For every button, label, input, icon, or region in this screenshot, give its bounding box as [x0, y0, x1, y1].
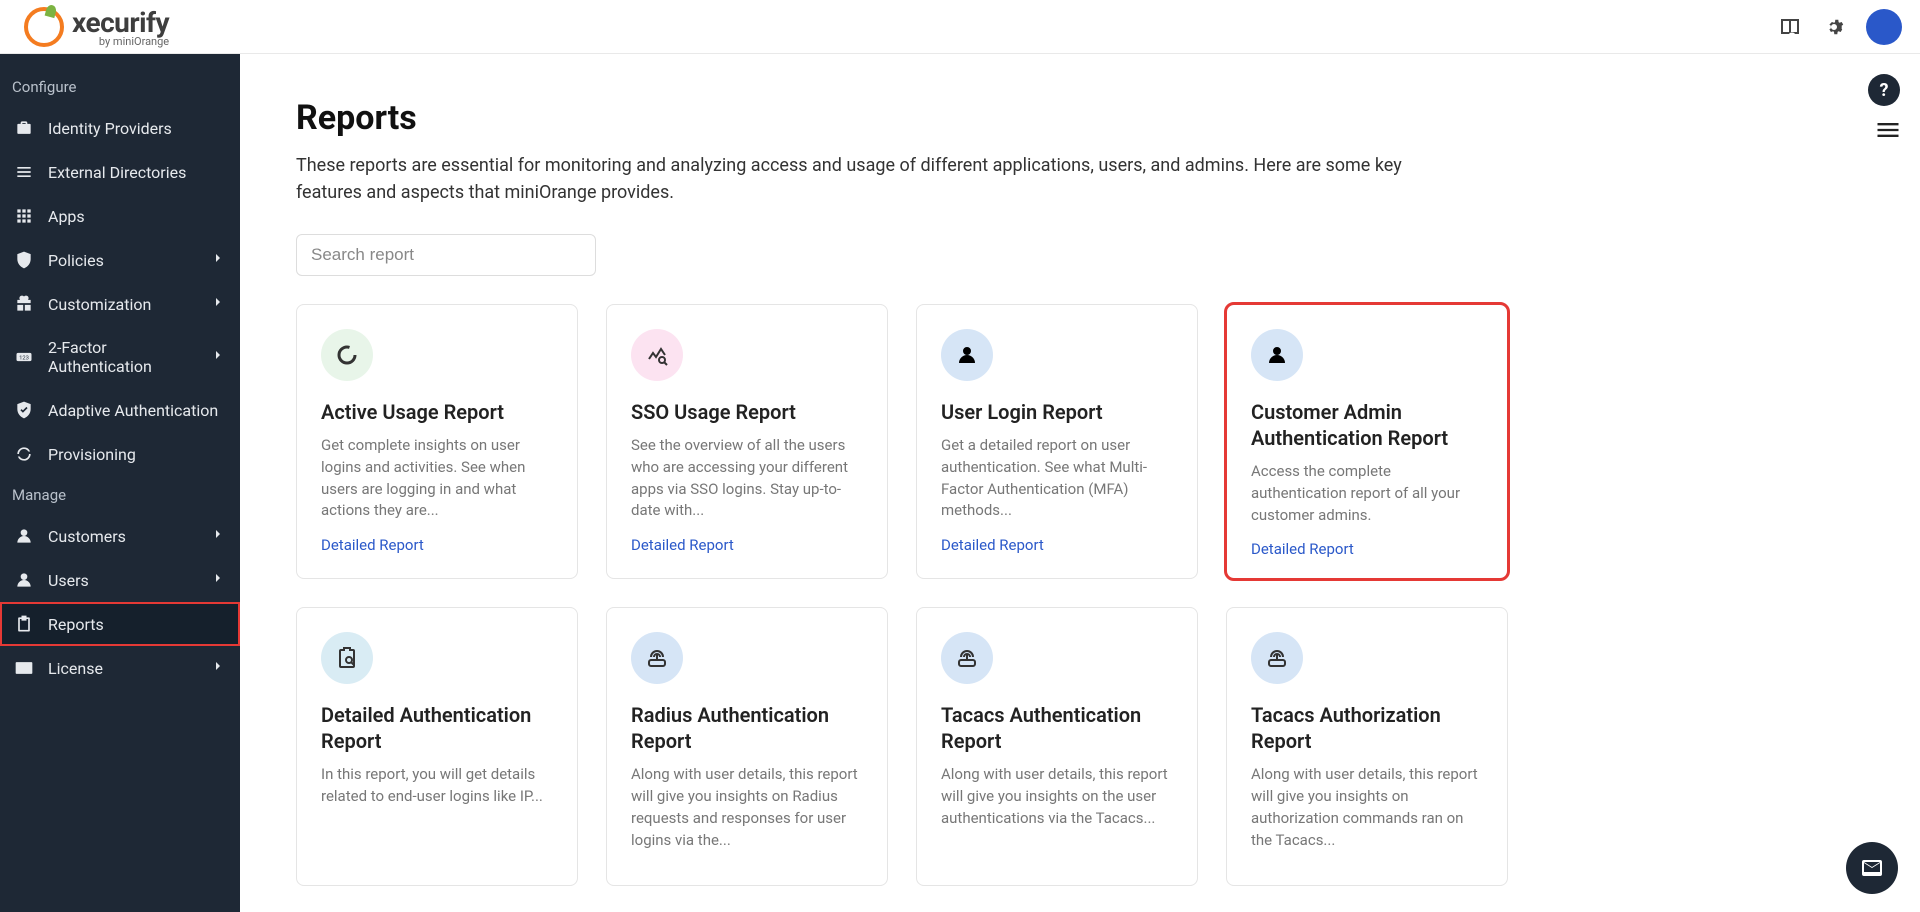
sidebar-item-adaptive-authentication[interactable]: Adaptive Authentication	[0, 388, 240, 432]
logo-mark	[24, 7, 64, 47]
sidebar-item-label: Apps	[48, 207, 85, 226]
book-icon[interactable]	[1778, 15, 1802, 39]
shield-icon	[14, 250, 34, 270]
sidebar-item-label: External Directories	[48, 163, 186, 182]
sidebar-item-label: 2-Factor Authentication	[48, 338, 196, 376]
person-icon	[941, 329, 993, 381]
hamburger-icon[interactable]	[1874, 116, 1902, 148]
sidebar-item-customization[interactable]: Customization	[0, 282, 240, 326]
top-header: xecurify by miniOrange	[0, 0, 1920, 54]
page-title: Reports	[296, 98, 1810, 138]
card-title: User Login Report	[941, 399, 1173, 425]
sidebar-item-label: Identity Providers	[48, 119, 172, 138]
list-icon	[14, 162, 34, 182]
report-card[interactable]: SSO Usage Report See the overview of all …	[606, 304, 888, 579]
sidebar: Configure Identity Providers External Dire…	[0, 54, 240, 912]
sidebar-item-label: Adaptive Authentication	[48, 401, 218, 420]
gear-icon[interactable]	[1822, 15, 1846, 39]
report-cards-grid: Active Usage Report Get complete insights…	[296, 304, 1810, 886]
sidebar-item-reports[interactable]: Reports	[0, 602, 240, 646]
avatar[interactable]	[1866, 9, 1902, 45]
card-description: Get complete insights on user logins and…	[321, 435, 553, 522]
report-card[interactable]: Detailed Authentication Report In this re…	[296, 607, 578, 886]
sidebar-item-policies[interactable]: Policies	[0, 238, 240, 282]
page-description: These reports are essential for monitori…	[296, 152, 1456, 206]
activity-icon	[321, 329, 373, 381]
sidebar-item-label: Reports	[48, 615, 104, 634]
logo-text: xecurify by miniOrange	[72, 6, 169, 48]
detailed-report-link[interactable]: Detailed Report	[321, 536, 553, 554]
sync-icon	[14, 444, 34, 464]
detailed-report-link[interactable]: Detailed Report	[1251, 540, 1483, 558]
chevron-right-icon	[210, 347, 226, 367]
nav-section-title: Manage	[0, 476, 240, 514]
help-button[interactable]: ?	[1868, 74, 1900, 106]
sidebar-item-apps[interactable]: Apps	[0, 194, 240, 238]
report-card[interactable]: Active Usage Report Get complete insights…	[296, 304, 578, 579]
card-description: In this report, you will get details rel…	[321, 764, 553, 808]
report-card[interactable]: User Login Report Get a detailed report o…	[916, 304, 1198, 579]
shield-check-icon	[14, 400, 34, 420]
person-icon	[14, 526, 34, 546]
detailed-report-link[interactable]: Detailed Report	[941, 536, 1173, 554]
card-description: See the overview of all the users who ar…	[631, 435, 863, 522]
badge123-icon: 123	[14, 347, 34, 367]
sidebar-item-label: Customers	[48, 527, 126, 546]
main-content: Reports These reports are essential for …	[240, 54, 1920, 912]
briefcase-icon	[14, 118, 34, 138]
person-icon	[1251, 329, 1303, 381]
search-input[interactable]	[296, 234, 596, 276]
sidebar-item-2-factor-authentication[interactable]: 123 2-Factor Authentication	[0, 326, 240, 388]
sidebar-item-license[interactable]: License	[0, 646, 240, 690]
report-card[interactable]: Tacacs Authentication Report Along with u…	[916, 607, 1198, 886]
sidebar-item-users[interactable]: Users	[0, 558, 240, 602]
brand-byline: by miniOrange	[72, 35, 169, 48]
clipboard-search-icon	[321, 632, 373, 684]
sidebar-item-label: Users	[48, 571, 89, 590]
gift-icon	[14, 294, 34, 314]
svg-text:123: 123	[19, 356, 29, 362]
sidebar-item-customers[interactable]: Customers	[0, 514, 240, 558]
router-icon	[941, 632, 993, 684]
router-icon	[1251, 632, 1303, 684]
router-icon	[631, 632, 683, 684]
mail-button[interactable]	[1846, 842, 1898, 894]
card-icon	[14, 658, 34, 678]
chart-search-icon	[631, 329, 683, 381]
report-card[interactable]: Customer Admin Authentication Report Acce…	[1226, 304, 1508, 579]
sidebar-item-label: License	[48, 659, 103, 678]
header-actions	[1778, 9, 1902, 45]
card-description: Access the complete authentication repor…	[1251, 461, 1483, 526]
nav-section-title: Configure	[0, 68, 240, 106]
card-title: Tacacs Authentication Report	[941, 702, 1173, 754]
chevron-right-icon	[210, 294, 226, 314]
card-title: Active Usage Report	[321, 399, 553, 425]
grid-icon	[14, 206, 34, 226]
card-description: Along with user details, this report wil…	[941, 764, 1173, 829]
card-title: SSO Usage Report	[631, 399, 863, 425]
person-icon	[14, 570, 34, 590]
chevron-right-icon	[210, 526, 226, 546]
sidebar-item-label: Customization	[48, 295, 151, 314]
card-description: Along with user details, this report wil…	[631, 764, 863, 851]
card-description: Along with user details, this report wil…	[1251, 764, 1483, 851]
report-card[interactable]: Tacacs Authorization Report Along with us…	[1226, 607, 1508, 886]
card-title: Radius Authentication Report	[631, 702, 863, 754]
sidebar-item-external-directories[interactable]: External Directories	[0, 150, 240, 194]
report-card[interactable]: Radius Authentication Report Along with u…	[606, 607, 888, 886]
chevron-right-icon	[210, 570, 226, 590]
chevron-right-icon	[210, 658, 226, 678]
clipboard-icon	[14, 614, 34, 634]
sidebar-item-label: Policies	[48, 251, 104, 270]
brand-logo[interactable]: xecurify by miniOrange	[24, 6, 169, 48]
detailed-report-link[interactable]: Detailed Report	[631, 536, 863, 554]
card-title: Customer Admin Authentication Report	[1251, 399, 1483, 451]
sidebar-item-provisioning[interactable]: Provisioning	[0, 432, 240, 476]
card-description: Get a detailed report on user authentica…	[941, 435, 1173, 522]
card-title: Detailed Authentication Report	[321, 702, 553, 754]
chevron-right-icon	[210, 250, 226, 270]
card-title: Tacacs Authorization Report	[1251, 702, 1483, 754]
sidebar-item-label: Provisioning	[48, 445, 136, 464]
sidebar-item-identity-providers[interactable]: Identity Providers	[0, 106, 240, 150]
